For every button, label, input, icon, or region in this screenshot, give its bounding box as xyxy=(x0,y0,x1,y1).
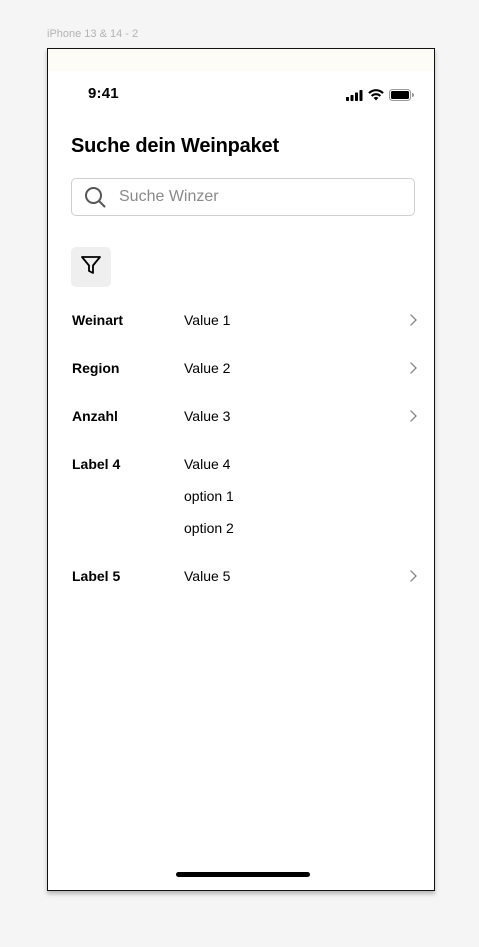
filter-icon xyxy=(79,253,103,282)
chevron-right-icon xyxy=(408,313,418,327)
chevron-right-icon xyxy=(408,361,418,375)
home-indicator[interactable] xyxy=(176,872,310,877)
option-1[interactable]: option 1 xyxy=(184,488,234,504)
status-time: 9:41 xyxy=(88,85,119,102)
list-item-label-4[interactable]: Label 4 Value 4 xyxy=(72,452,418,476)
row-label: Weinart xyxy=(72,312,124,328)
row-label: Anzahl xyxy=(72,408,118,424)
search-input[interactable] xyxy=(119,188,379,206)
row-value: Value 4 xyxy=(184,456,231,472)
list-item-region[interactable]: Region Value 2 xyxy=(72,356,418,380)
row-value: Value 1 xyxy=(184,312,231,328)
search-icon xyxy=(83,185,107,209)
list-item-anzahl[interactable]: Anzahl Value 3 xyxy=(72,404,418,428)
list-item-label-5[interactable]: Label 5 Value 5 xyxy=(72,564,418,588)
row-label: Label 4 xyxy=(72,456,121,472)
list-item-weinart[interactable]: Weinart Value 1 xyxy=(72,308,418,332)
filter-button[interactable] xyxy=(71,247,111,287)
cellular-signal-icon xyxy=(346,88,363,106)
top-strip xyxy=(48,49,434,71)
row-label: Region xyxy=(72,360,120,376)
row-value: Value 3 xyxy=(184,408,231,424)
phone-frame: 9:41 Suche dein Weinpaket Suche Winzer W… xyxy=(47,48,435,891)
frame-title: iPhone 13 & 14 - 2 xyxy=(47,28,139,40)
search-box[interactable] xyxy=(71,178,415,216)
status-icons xyxy=(346,88,414,106)
row-value: Value 5 xyxy=(184,568,231,584)
status-bar: 9:41 xyxy=(48,83,434,107)
battery-icon xyxy=(389,88,414,106)
option-2[interactable]: option 2 xyxy=(184,520,234,536)
page-title: Suche dein Weinpaket xyxy=(71,135,279,157)
chevron-right-icon xyxy=(408,409,418,423)
row-label: Label 5 xyxy=(72,568,121,584)
wifi-icon xyxy=(368,88,384,106)
row-value: Value 2 xyxy=(184,360,231,376)
chevron-right-icon xyxy=(408,569,418,583)
